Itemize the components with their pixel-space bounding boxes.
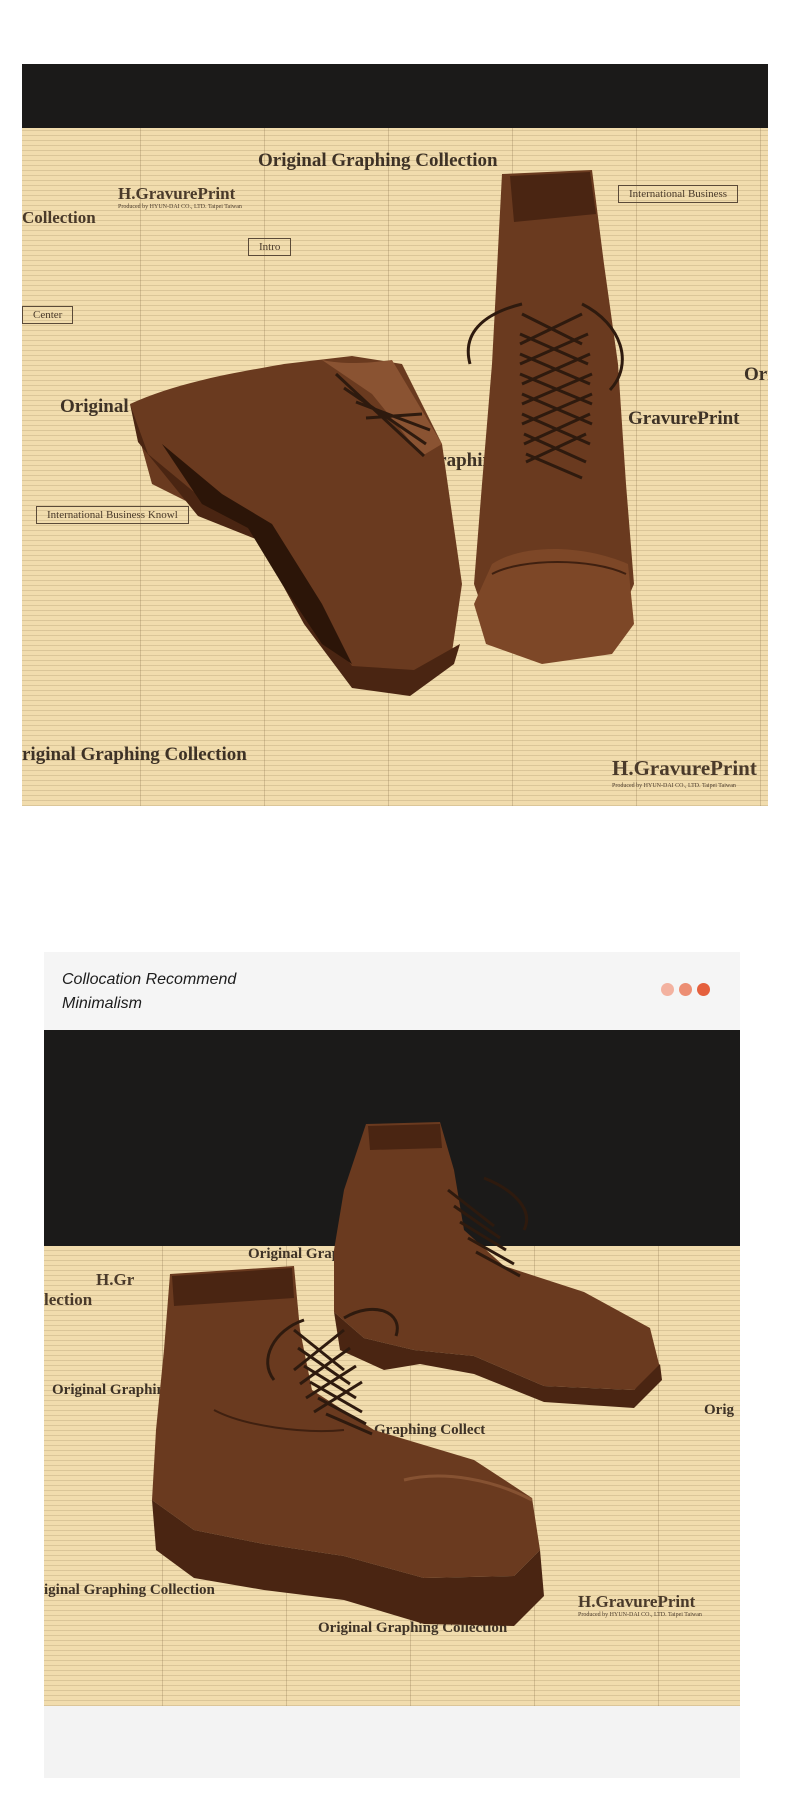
hero-boots-illustration xyxy=(130,170,634,696)
card-header: Collocation Recommend Minimalism xyxy=(44,952,740,1030)
dot-medium xyxy=(679,983,692,996)
minimalism-label: Minimalism xyxy=(62,995,142,1012)
collocation-recommend-label: Collocation Recommend xyxy=(62,971,237,988)
decorative-dots xyxy=(661,983,710,996)
left-boot-side-view xyxy=(130,356,462,696)
right-boot-front-view xyxy=(466,170,634,664)
back-boot xyxy=(334,1122,662,1408)
dot-dark xyxy=(697,983,710,996)
styled-product-photo: Original Graphing Collection H.Gr lectio… xyxy=(44,1030,740,1706)
hero-product-photo: Original Graphing Collection H.GravurePr… xyxy=(22,64,768,806)
styled-boots-illustration xyxy=(152,1122,662,1626)
dot-light xyxy=(661,983,674,996)
